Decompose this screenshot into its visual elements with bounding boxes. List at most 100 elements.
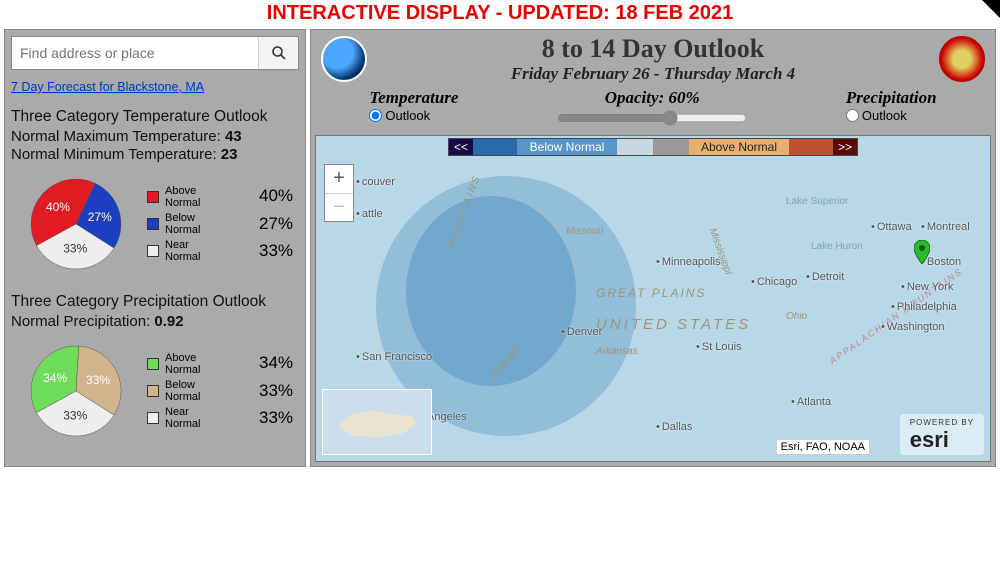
legend-row: NearNormal 33% bbox=[147, 406, 299, 430]
precip-norm-row: Normal Precipitation: 0.92 bbox=[11, 313, 299, 330]
label-ohio: Ohio bbox=[786, 311, 807, 322]
location-marker-icon[interactable] bbox=[914, 240, 930, 264]
pie-chart-precipitation: 34% 33% 33% bbox=[11, 336, 141, 446]
temperature-control-label: Temperature bbox=[369, 88, 458, 108]
forecast-link[interactable]: 7 Day Forecast for Blackstone, MA bbox=[11, 80, 299, 94]
temp-min-row: Normal Minimum Temperature: 23 bbox=[11, 146, 299, 163]
svg-text:40%: 40% bbox=[46, 200, 70, 214]
legend-row: AboveNormal 40% bbox=[147, 185, 299, 209]
legend-label: AboveNormal bbox=[165, 185, 253, 209]
temperature-outlook-radio-input[interactable] bbox=[369, 109, 382, 122]
temp-max-row: Normal Maximum Temperature: 43 bbox=[11, 128, 299, 145]
label-great-plains: GREAT PLAINS bbox=[596, 286, 706, 300]
city-stlouis: St Louis bbox=[696, 341, 742, 353]
city-chicago: Chicago bbox=[751, 276, 797, 288]
legend-swatch bbox=[147, 385, 159, 397]
legend-value: 27% bbox=[259, 215, 299, 234]
map-panel: 8 to 14 Day Outlook Friday February 26 -… bbox=[310, 29, 996, 467]
label-mississippi: Mississippi bbox=[707, 227, 734, 276]
temperature-outlook-radio[interactable]: Outlook bbox=[369, 108, 458, 123]
city-newyork: New York bbox=[901, 281, 953, 293]
temp-min-label: Normal Minimum Temperature: bbox=[11, 146, 217, 163]
control-opacity: Opacity: 60% bbox=[555, 88, 749, 131]
opacity-slider[interactable] bbox=[557, 110, 747, 126]
zoom-control: + − bbox=[324, 164, 354, 222]
city-atlanta: Atlanta bbox=[791, 396, 831, 408]
city-dallas: Dallas bbox=[656, 421, 692, 433]
temp-outlook-title: Three Category Temperature Outlook bbox=[11, 108, 299, 126]
precipitation-control-label: Precipitation bbox=[846, 88, 937, 108]
legend-swatch bbox=[147, 245, 159, 257]
legend-temperature: AboveNormal 40% BelowNormal 27% NearNorm… bbox=[147, 182, 299, 267]
precipitation-outlook-radio-input[interactable] bbox=[846, 109, 859, 122]
label-missouri: Missouri bbox=[566, 226, 603, 237]
legend-value: 40% bbox=[259, 187, 299, 206]
legend-row: BelowNormal 33% bbox=[147, 379, 299, 403]
label-lake-superior: Lake Superior bbox=[786, 196, 848, 207]
city-vancouver: couver bbox=[356, 176, 395, 188]
legend-value: 33% bbox=[259, 382, 299, 401]
label-lake-huron: Lake Huron bbox=[811, 241, 863, 252]
city-houston: Houston bbox=[676, 461, 723, 462]
color-scale: << Below Normal Above Normal >> bbox=[448, 138, 858, 156]
search-button[interactable] bbox=[258, 37, 298, 69]
temp-min-value: 23 bbox=[221, 146, 238, 163]
city-minneapolis: Minneapolis bbox=[656, 256, 721, 268]
precip-outlook-title: Three Category Precipitation Outlook bbox=[11, 293, 299, 311]
city-sanfrancisco: San Francisco bbox=[356, 351, 432, 363]
precipitation-outlook-radio-label: Outlook bbox=[862, 108, 907, 123]
zoom-out-button[interactable]: − bbox=[325, 193, 353, 221]
nws-logo-icon bbox=[939, 36, 985, 82]
legend-label: NearNormal bbox=[165, 406, 253, 430]
legend-row: NearNormal 33% bbox=[147, 239, 299, 263]
legend-row: BelowNormal 27% bbox=[147, 212, 299, 236]
legend-swatch bbox=[147, 218, 159, 230]
svg-text:33%: 33% bbox=[63, 242, 87, 256]
legend-value: 34% bbox=[259, 354, 299, 373]
svg-text:33%: 33% bbox=[63, 409, 87, 423]
legend-precipitation: AboveNormal 34% BelowNormal 33% NearNorm… bbox=[147, 349, 299, 434]
label-united-states: UNITED STATES bbox=[596, 316, 751, 333]
esri-logo: POWERED BY esri bbox=[900, 414, 984, 455]
pie-chart-temperature: 40% 27% 33% bbox=[11, 169, 141, 279]
legend-swatch bbox=[147, 358, 159, 370]
search-box bbox=[11, 36, 299, 70]
scale-above-label: Above Normal bbox=[689, 139, 789, 155]
alaska-inset-map[interactable] bbox=[322, 389, 432, 455]
search-input[interactable] bbox=[12, 37, 258, 69]
legend-value: 33% bbox=[259, 242, 299, 261]
label-arkansas: Arkansas bbox=[596, 346, 638, 357]
legend-label: NearNormal bbox=[165, 239, 253, 263]
svg-text:27%: 27% bbox=[88, 210, 112, 224]
temperature-outlook-radio-label: Outlook bbox=[385, 108, 430, 123]
map-canvas[interactable]: << Below Normal Above Normal >> + − UNIT… bbox=[315, 135, 991, 462]
temp-max-label: Normal Maximum Temperature: bbox=[11, 128, 221, 145]
svg-text:33%: 33% bbox=[86, 373, 110, 387]
legend-label: AboveNormal bbox=[165, 352, 253, 376]
city-montreal: Montreal bbox=[921, 221, 970, 233]
city-seattle: attle bbox=[356, 208, 383, 220]
svg-text:34%: 34% bbox=[43, 371, 67, 385]
legend-swatch bbox=[147, 191, 159, 203]
esri-poweredby: POWERED BY bbox=[910, 418, 974, 427]
city-washington: Washington bbox=[881, 321, 945, 333]
legend-label: BelowNormal bbox=[165, 379, 253, 403]
control-temperature: Temperature Outlook bbox=[369, 88, 458, 123]
opacity-label: Opacity: 60% bbox=[555, 88, 749, 108]
legend-value: 33% bbox=[259, 409, 299, 428]
zoom-in-button[interactable]: + bbox=[325, 165, 353, 193]
legend-swatch bbox=[147, 412, 159, 424]
legend-label: BelowNormal bbox=[165, 212, 253, 236]
city-detroit: Detroit bbox=[806, 271, 844, 283]
scale-below-label: Below Normal bbox=[517, 139, 617, 155]
map-title: 8 to 14 Day Outlook bbox=[311, 34, 995, 64]
legend-row: AboveNormal 34% bbox=[147, 352, 299, 376]
city-ottawa: Ottawa bbox=[871, 221, 912, 233]
map-attribution: Esri, FAO, NOAA bbox=[776, 439, 870, 455]
precipitation-outlook-radio[interactable]: Outlook bbox=[846, 108, 937, 123]
control-precipitation: Precipitation Outlook bbox=[846, 88, 937, 123]
precip-norm-label: Normal Precipitation: bbox=[11, 313, 150, 330]
noaa-logo-icon bbox=[321, 36, 367, 82]
city-denver: Denver bbox=[561, 326, 602, 338]
temp-max-value: 43 bbox=[225, 128, 242, 145]
